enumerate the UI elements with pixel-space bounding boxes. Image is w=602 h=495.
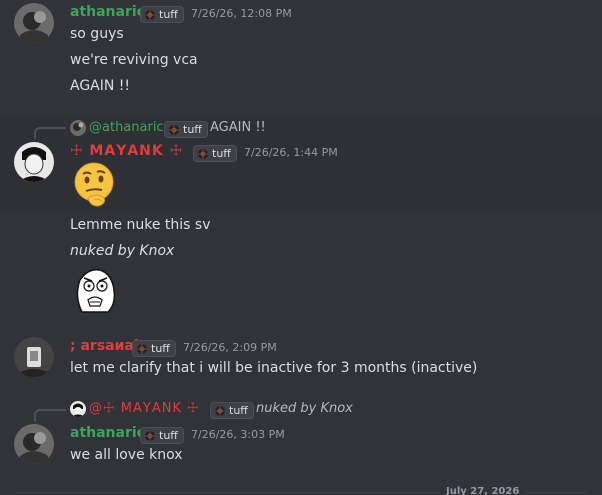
- reply-preview-text[interactable]: nuked by Knox: [256, 401, 353, 416]
- message-text: so guys: [70, 26, 124, 42]
- message-text: Lemme nuke this sv: [70, 217, 211, 233]
- avatar[interactable]: [14, 3, 54, 43]
- rage-face-sticker[interactable]: [72, 266, 118, 314]
- guild-tag[interactable]: tuff: [193, 145, 237, 162]
- timestamp: 7/26/26, 3:03 PM: [191, 428, 285, 441]
- message-text: let me clarify that i will be inactive f…: [70, 360, 478, 376]
- avatar[interactable]: [14, 142, 54, 182]
- avatar[interactable]: [14, 337, 54, 377]
- reply-mention[interactable]: @☩ ΜΑΥΑΝΚ ☩: [89, 401, 200, 416]
- tag-icon: [144, 430, 156, 442]
- tag-icon: [214, 405, 226, 417]
- message-text-italic: nuked by Knox: [70, 243, 175, 259]
- avatar[interactable]: [14, 424, 54, 464]
- reply-connector: [34, 409, 66, 421]
- tag-label: tuff: [151, 342, 170, 355]
- tag-label: tuff: [159, 429, 178, 442]
- tag-icon: [197, 148, 209, 160]
- tag-label: tuff: [229, 404, 248, 417]
- reply-avatar[interactable]: [70, 120, 86, 136]
- reply-guild-tag[interactable]: tuff: [210, 402, 254, 419]
- reply-connector: [34, 127, 66, 139]
- timestamp: 7/26/26, 12:08 PM: [191, 7, 292, 20]
- guild-tag[interactable]: tuff: [140, 427, 184, 444]
- tag-label: tuff: [159, 8, 178, 21]
- date-divider: July 27, 2026: [440, 486, 526, 495]
- username[interactable]: athanaric: [70, 425, 145, 441]
- reply-mention[interactable]: @athanaric: [89, 120, 164, 135]
- username[interactable]: athanaric: [70, 4, 145, 20]
- tag-label: tuff: [212, 147, 231, 160]
- timestamp: 7/26/26, 2:09 PM: [183, 341, 277, 354]
- timestamp: 7/26/26, 1:44 PM: [244, 146, 338, 159]
- username[interactable]: ☩ ΜΑΥΑΝΚ ☩: [70, 143, 183, 159]
- reply-avatar[interactable]: [70, 401, 86, 417]
- message-text: AGAIN !!: [70, 78, 131, 94]
- message-text: we're reviving vca: [70, 52, 198, 68]
- guild-tag[interactable]: tuff: [132, 340, 176, 357]
- message-text: we all love knox: [70, 447, 183, 463]
- tag-label: tuff: [183, 123, 202, 136]
- tag-icon: [168, 124, 180, 136]
- username[interactable]: ; arsaиal: [70, 338, 139, 354]
- reply-guild-tag[interactable]: tuff: [164, 121, 208, 138]
- tag-icon: [144, 9, 156, 21]
- thinking-emoji[interactable]: [72, 162, 116, 208]
- tag-icon: [136, 343, 148, 355]
- guild-tag[interactable]: tuff: [140, 6, 184, 23]
- reply-preview-text[interactable]: AGAIN !!: [210, 120, 266, 135]
